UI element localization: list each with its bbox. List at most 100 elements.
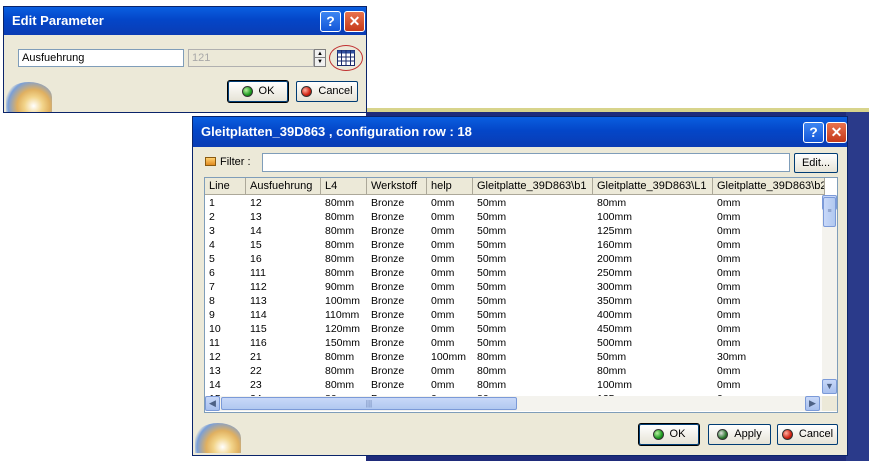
column-header[interactable]: Ausfuehrung	[246, 178, 321, 195]
table-cell: 50mm	[477, 253, 507, 265]
table-cell: 16	[250, 253, 262, 265]
table-cell: 0mm	[431, 379, 455, 391]
table-cell: 0mm	[717, 211, 741, 223]
horizontal-scrollbar[interactable]: ◀ ||| ▶	[205, 396, 822, 411]
table-cell: 23	[250, 379, 262, 391]
table-cell: Bronze	[371, 309, 405, 321]
table-cell: 7	[209, 281, 215, 293]
column-header[interactable]: Gleitplatte_39D863\b1	[473, 178, 593, 195]
column-header[interactable]: Line	[205, 178, 246, 195]
table-cell: 0mm	[717, 323, 741, 335]
table-row[interactable]: 7 112 90mm Bronze 0mm 50mm 300mm 0mm	[205, 280, 825, 294]
table-row[interactable]: 1 12 80mm Bronze 0mm 50mm 80mm 0mm	[205, 196, 825, 210]
cancel-label: Cancel	[318, 85, 353, 97]
table-cell: 114	[250, 309, 267, 321]
column-header[interactable]: Gleitplatte_39D863\L1	[593, 178, 713, 195]
scroll-corner	[822, 396, 837, 411]
edit-filter-button[interactable]: Edit...	[794, 153, 838, 173]
scroll-right-icon[interactable]: ▶	[805, 396, 820, 411]
table-cell: 112	[250, 281, 267, 293]
table-row[interactable]: 14 23 80mm Bronze 0mm 80mm 100mm 0mm	[205, 378, 825, 392]
config-ok-button[interactable]: OK	[639, 424, 699, 445]
vertical-scroll-thumb[interactable]: ≡	[823, 197, 836, 227]
table-cell: 0mm	[717, 267, 741, 279]
table-cell: 80mm	[325, 267, 355, 279]
edit-parameter-cancel-button[interactable]: Cancel	[296, 81, 358, 102]
table-cell: Bronze	[371, 379, 405, 391]
ok-icon	[241, 86, 253, 97]
table-row[interactable]: 13 22 80mm Bronze 0mm 80mm 80mm 0mm	[205, 364, 825, 378]
table-row[interactable]: 6 111 80mm Bronze 0mm 50mm 250mm 0mm	[205, 266, 825, 280]
column-header[interactable]: help	[427, 178, 473, 195]
table-cell: 125mm	[597, 225, 633, 237]
config-cancel-button[interactable]: Cancel	[777, 424, 838, 445]
table-row[interactable]: 3 14 80mm Bronze 0mm 50mm 125mm 0mm	[205, 224, 825, 238]
table-cell: 80mm	[325, 365, 355, 377]
close-icon[interactable]: ✕	[344, 11, 365, 32]
table-cell: 0mm	[431, 267, 455, 279]
vertical-scrollbar[interactable]: ≡ ▼	[822, 195, 837, 394]
table-cell: 0mm	[717, 337, 741, 349]
table-cell: Bronze	[371, 267, 405, 279]
table-cell: 400mm	[597, 309, 633, 321]
table-cell: 0mm	[431, 309, 455, 321]
table-cell: 0mm	[717, 281, 741, 293]
table-cell: 0mm	[431, 337, 455, 349]
table-cell: 160mm	[597, 239, 633, 251]
table-row[interactable]: 4 15 80mm Bronze 0mm 50mm 160mm 0mm	[205, 238, 825, 252]
table-cell: 80mm	[477, 365, 507, 377]
table-row[interactable]: 9 114 110mm Bronze 0mm 50mm 400mm 0mm	[205, 308, 825, 322]
table-cell: 80mm	[325, 239, 355, 251]
parameter-name-field[interactable]: Ausfuehrung	[18, 49, 184, 67]
table-cell: 50mm	[477, 295, 507, 307]
table-cell: 9	[209, 309, 215, 321]
scroll-left-icon[interactable]: ◀	[205, 396, 220, 411]
edit-parameter-ok-button[interactable]: OK	[228, 81, 288, 102]
table-cell: 90mm	[325, 281, 355, 293]
table-cell: Bronze	[371, 337, 405, 349]
table-cell: 14	[209, 379, 221, 391]
table-cell: 111	[250, 267, 266, 279]
table-cell: 80mm	[325, 211, 355, 223]
column-header[interactable]: Werkstoff	[367, 178, 427, 195]
table-cell: 30mm	[717, 351, 747, 363]
ok-label: OK	[258, 85, 275, 97]
table-cell: 50mm	[477, 309, 507, 321]
spinner-icon[interactable]: ▲ ▼	[314, 49, 326, 67]
table-cell: 100mm	[597, 211, 633, 223]
table-icon[interactable]	[329, 45, 363, 71]
table-cell: 5	[209, 253, 215, 265]
table-row[interactable]: 10 115 120mm Bronze 0mm 50mm 450mm 0mm	[205, 322, 825, 336]
table-cell: 0mm	[431, 295, 455, 307]
table-cell: 80mm	[477, 351, 507, 363]
table-row[interactable]: 2 13 80mm Bronze 0mm 50mm 100mm 0mm	[205, 210, 825, 224]
help-icon[interactable]: ?	[320, 11, 341, 32]
close-icon[interactable]: ✕	[826, 122, 847, 143]
scroll-down-icon[interactable]: ▼	[822, 379, 837, 394]
table-cell: 22	[250, 365, 262, 377]
table-cell: 50mm	[477, 337, 507, 349]
table-row[interactable]: 8 113 100mm Bronze 0mm 50mm 350mm 0mm	[205, 294, 825, 308]
column-header[interactable]: L4	[321, 178, 367, 195]
table-row[interactable]: 12 21 80mm Bronze 100mm 80mm 50mm 30mm	[205, 350, 825, 364]
edit-label: Edit...	[801, 156, 831, 169]
table-row[interactable]: 11 116 150mm Bronze 0mm 50mm 500mm 0mm	[205, 336, 825, 350]
table-cell: 12	[209, 351, 221, 363]
horizontal-scroll-thumb[interactable]: |||	[221, 397, 517, 410]
table-cell: 0mm	[431, 197, 455, 209]
column-header[interactable]: Gleitplatte_39D863\b2	[713, 178, 825, 195]
cancel-label: Cancel	[798, 428, 834, 440]
filter-input[interactable]	[262, 153, 790, 172]
table-cell: 50mm	[477, 239, 507, 251]
table-cell: 3	[209, 225, 215, 237]
table-cell: 14	[250, 225, 262, 237]
parameter-value-field[interactable]: 121	[188, 49, 314, 67]
table-cell: 50mm	[477, 323, 507, 335]
table-cell: 0mm	[431, 225, 455, 237]
table-row[interactable]: 5 16 80mm Bronze 0mm 50mm 200mm 0mm	[205, 252, 825, 266]
table-cell: 12	[250, 197, 262, 209]
help-icon[interactable]: ?	[803, 122, 824, 143]
table-cell: 350mm	[597, 295, 633, 307]
table-cell: 10	[209, 323, 221, 335]
apply-button[interactable]: Apply	[708, 424, 771, 445]
